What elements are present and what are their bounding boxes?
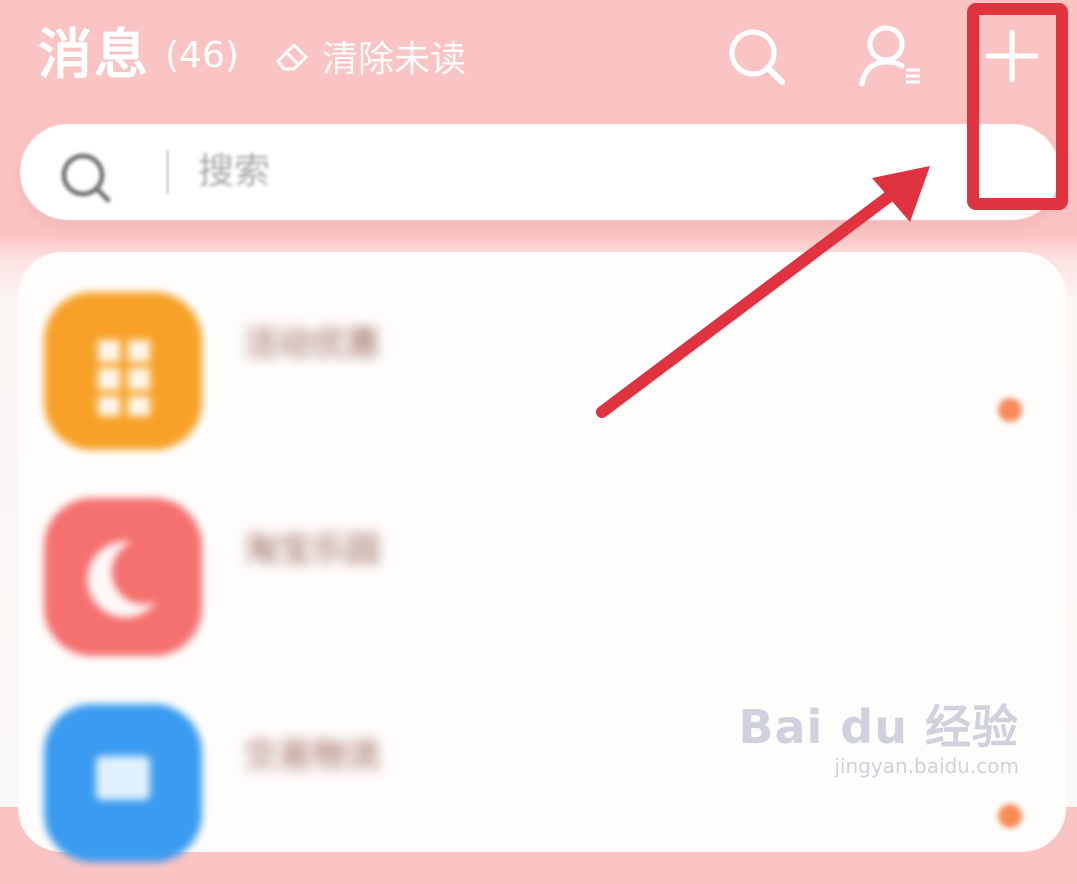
- unread-dot: [998, 804, 1022, 828]
- arrow-head: [872, 166, 930, 222]
- highlight-box: [967, 3, 1068, 210]
- watermark-brand: Bai du 经验: [738, 700, 1019, 754]
- annotation-arrow: [596, 186, 901, 418]
- annotation-overlay: [596, 3, 1068, 418]
- watermark-url: jingyan.baidu.com: [834, 754, 1019, 778]
- watermark: Bai du 经验 jingyan.baidu.com: [738, 701, 1019, 779]
